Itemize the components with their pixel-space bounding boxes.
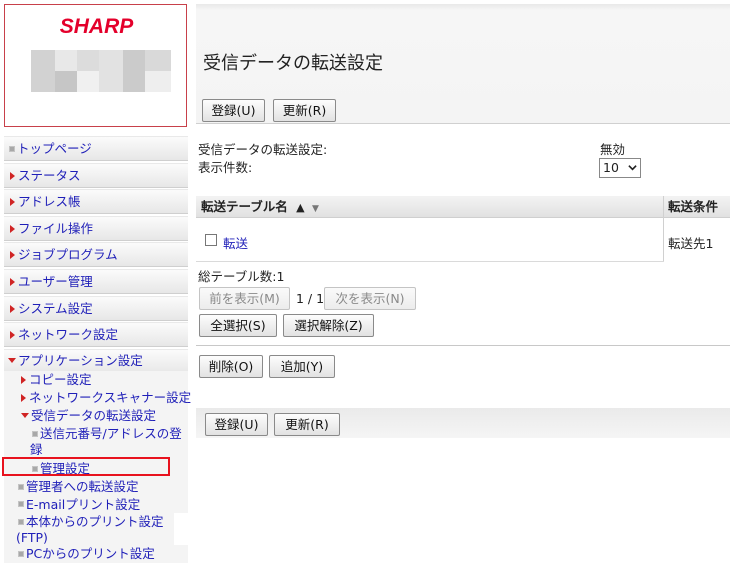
- bullet-icon: [18, 550, 24, 557]
- sidebar-item-admin-forward-settings[interactable]: 管理者への転送設定: [4, 478, 188, 496]
- sidebar-nav: トップページ ステータス アドレス帳 ファイル操作 ジョブプログラム ユーザー管…: [4, 136, 191, 563]
- register-button-bottom[interactable]: 登録(U): [205, 413, 268, 436]
- divider: [196, 345, 730, 346]
- add-button[interactable]: 追加(Y): [269, 355, 335, 378]
- sidebar-item-label: PCからのプリント設定: [26, 546, 155, 561]
- bullet-icon: [18, 501, 24, 507]
- sidebar-item-label: 管理者への転送設定: [26, 479, 139, 494]
- sidebar-item-inbound-routing[interactable]: 受信データの転送設定: [4, 407, 188, 425]
- page-header: 受信データの転送設定 登録(U) 更新(R): [196, 4, 730, 124]
- column-divider: [663, 196, 664, 262]
- sidebar-item-label: ネットワークスキャナー設定: [29, 390, 192, 405]
- sidebar-item-file-operations[interactable]: ファイル操作: [4, 215, 188, 241]
- sidebar-item-copy-settings[interactable]: コピー設定: [4, 371, 188, 389]
- model-name-image: [31, 50, 171, 92]
- logo-panel: SHARP: [4, 4, 187, 127]
- bullet-icon: [18, 518, 24, 525]
- sidebar-item-label: アプリケーション設定: [18, 353, 143, 368]
- register-button[interactable]: 登録(U): [202, 99, 265, 122]
- sidebar-item-label: システム設定: [18, 300, 93, 316]
- sidebar-item-email-print-settings[interactable]: E-mailプリント設定: [4, 495, 188, 513]
- sidebar-item-label: アドレス帳: [18, 194, 81, 210]
- triangle-right-icon: [10, 277, 15, 286]
- triangle-right-icon: [21, 394, 26, 402]
- table-row-name-link[interactable]: 転送: [223, 233, 248, 252]
- display-count-select[interactable]: 10: [599, 158, 641, 178]
- table-row-condition: 転送先1: [668, 236, 714, 251]
- sidebar-item-label: ユーザー管理: [18, 273, 93, 289]
- display-count-value: 10: [603, 160, 619, 175]
- sidebar-item-network-scanner-settings[interactable]: ネットワークスキャナー設定: [4, 389, 192, 407]
- total-tables-count: 総テーブル数:1: [198, 269, 285, 284]
- sidebar-item-label: E-mailプリント設定: [26, 496, 141, 512]
- row-checkbox[interactable]: [205, 234, 217, 246]
- sidebar-item-address-book[interactable]: アドレス帳: [4, 189, 188, 215]
- sidebar-item-job-programs[interactable]: ジョブプログラム: [4, 242, 188, 268]
- sidebar-item-sender-registration[interactable]: 送信元番号/アドレスの登録: [4, 425, 188, 459]
- sidebar-item-label: 本体からのプリント設定 (FTP): [16, 514, 164, 545]
- delete-button[interactable]: 削除(O): [199, 355, 263, 378]
- triangle-right-icon: [21, 376, 26, 384]
- triangle-right-icon: [10, 224, 15, 233]
- sidebar-item-label: 送信元番号/アドレスの登録: [30, 426, 182, 457]
- sidebar-item-label: コピー設定: [29, 372, 92, 387]
- sidebar-item-label: ジョブプログラム: [18, 247, 118, 263]
- sidebar-item-status[interactable]: ステータス: [4, 162, 188, 188]
- select-all-button[interactable]: 全選択(S): [199, 314, 277, 337]
- triangle-right-icon: [10, 331, 15, 340]
- triangle-right-icon: [10, 171, 15, 180]
- display-count-label: 表示件数:: [198, 160, 253, 175]
- column-header-table-name[interactable]: 転送テーブル名 ▲ ▼: [201, 196, 319, 218]
- table-header: 転送テーブル名 ▲ ▼ 転送条件: [196, 196, 730, 262]
- row-divider: [196, 261, 664, 262]
- triangle-right-icon: [10, 198, 15, 207]
- bullet-icon: [9, 145, 15, 152]
- update-button[interactable]: 更新(R): [273, 99, 336, 122]
- brand-logo: SHARP: [59, 15, 134, 38]
- sidebar-item-label: ファイル操作: [18, 220, 94, 236]
- sidebar-item-label: トップページ: [17, 141, 92, 156]
- bullet-icon: [18, 483, 24, 490]
- sidebar-item-network-settings[interactable]: ネットワーク設定: [4, 322, 188, 348]
- forward-setting-label: 受信データの転送設定:: [198, 142, 328, 157]
- sidebar-item-ftp-print-settings[interactable]: 本体からのプリント設定 (FTP): [4, 513, 174, 545]
- forward-setting-value: 無効: [600, 142, 626, 157]
- page-indicator: 1 / 1: [296, 291, 325, 306]
- sidebar-item-system-settings[interactable]: システム設定: [4, 295, 188, 321]
- selection-highlight-box: [2, 457, 170, 476]
- next-page-button[interactable]: 次を表示(N): [324, 287, 416, 310]
- triangle-down-icon: [21, 413, 29, 418]
- sidebar-item-label: 受信データの転送設定: [31, 408, 157, 423]
- deselect-all-button[interactable]: 選択解除(Z): [283, 314, 374, 337]
- page-title: 受信データの転送設定: [203, 53, 383, 74]
- chevron-down-icon: [628, 165, 637, 171]
- column-header-condition: 転送条件: [668, 199, 719, 214]
- sidebar-item-pc-print-settings[interactable]: PCからのプリント設定: [4, 545, 188, 563]
- sidebar-item-application-settings[interactable]: アプリケーション設定: [4, 349, 188, 371]
- sidebar-item-label: ネットワーク設定: [18, 327, 119, 343]
- sort-ascending-icon[interactable]: ▲: [296, 201, 304, 214]
- sidebar-item-user-control[interactable]: ユーザー管理: [4, 268, 188, 294]
- bullet-icon: [32, 430, 38, 437]
- sidebar-item-label: ステータス: [18, 167, 81, 183]
- sidebar-group-application-settings: アプリケーション設定 コピー設定 ネットワークスキャナー設定 受信データの転送設…: [4, 349, 192, 563]
- previous-page-button[interactable]: 前を表示(M): [199, 287, 290, 310]
- page-footer: 登録(U) 更新(R): [196, 408, 730, 438]
- triangle-down-icon: [8, 358, 16, 363]
- column-header-label: 転送テーブル名: [201, 199, 288, 214]
- sort-descending-icon[interactable]: ▼: [312, 204, 319, 214]
- triangle-right-icon: [10, 304, 15, 313]
- sidebar-item-top-page[interactable]: トップページ: [4, 136, 188, 161]
- triangle-right-icon: [10, 251, 15, 260]
- update-button-bottom[interactable]: 更新(R): [274, 413, 340, 436]
